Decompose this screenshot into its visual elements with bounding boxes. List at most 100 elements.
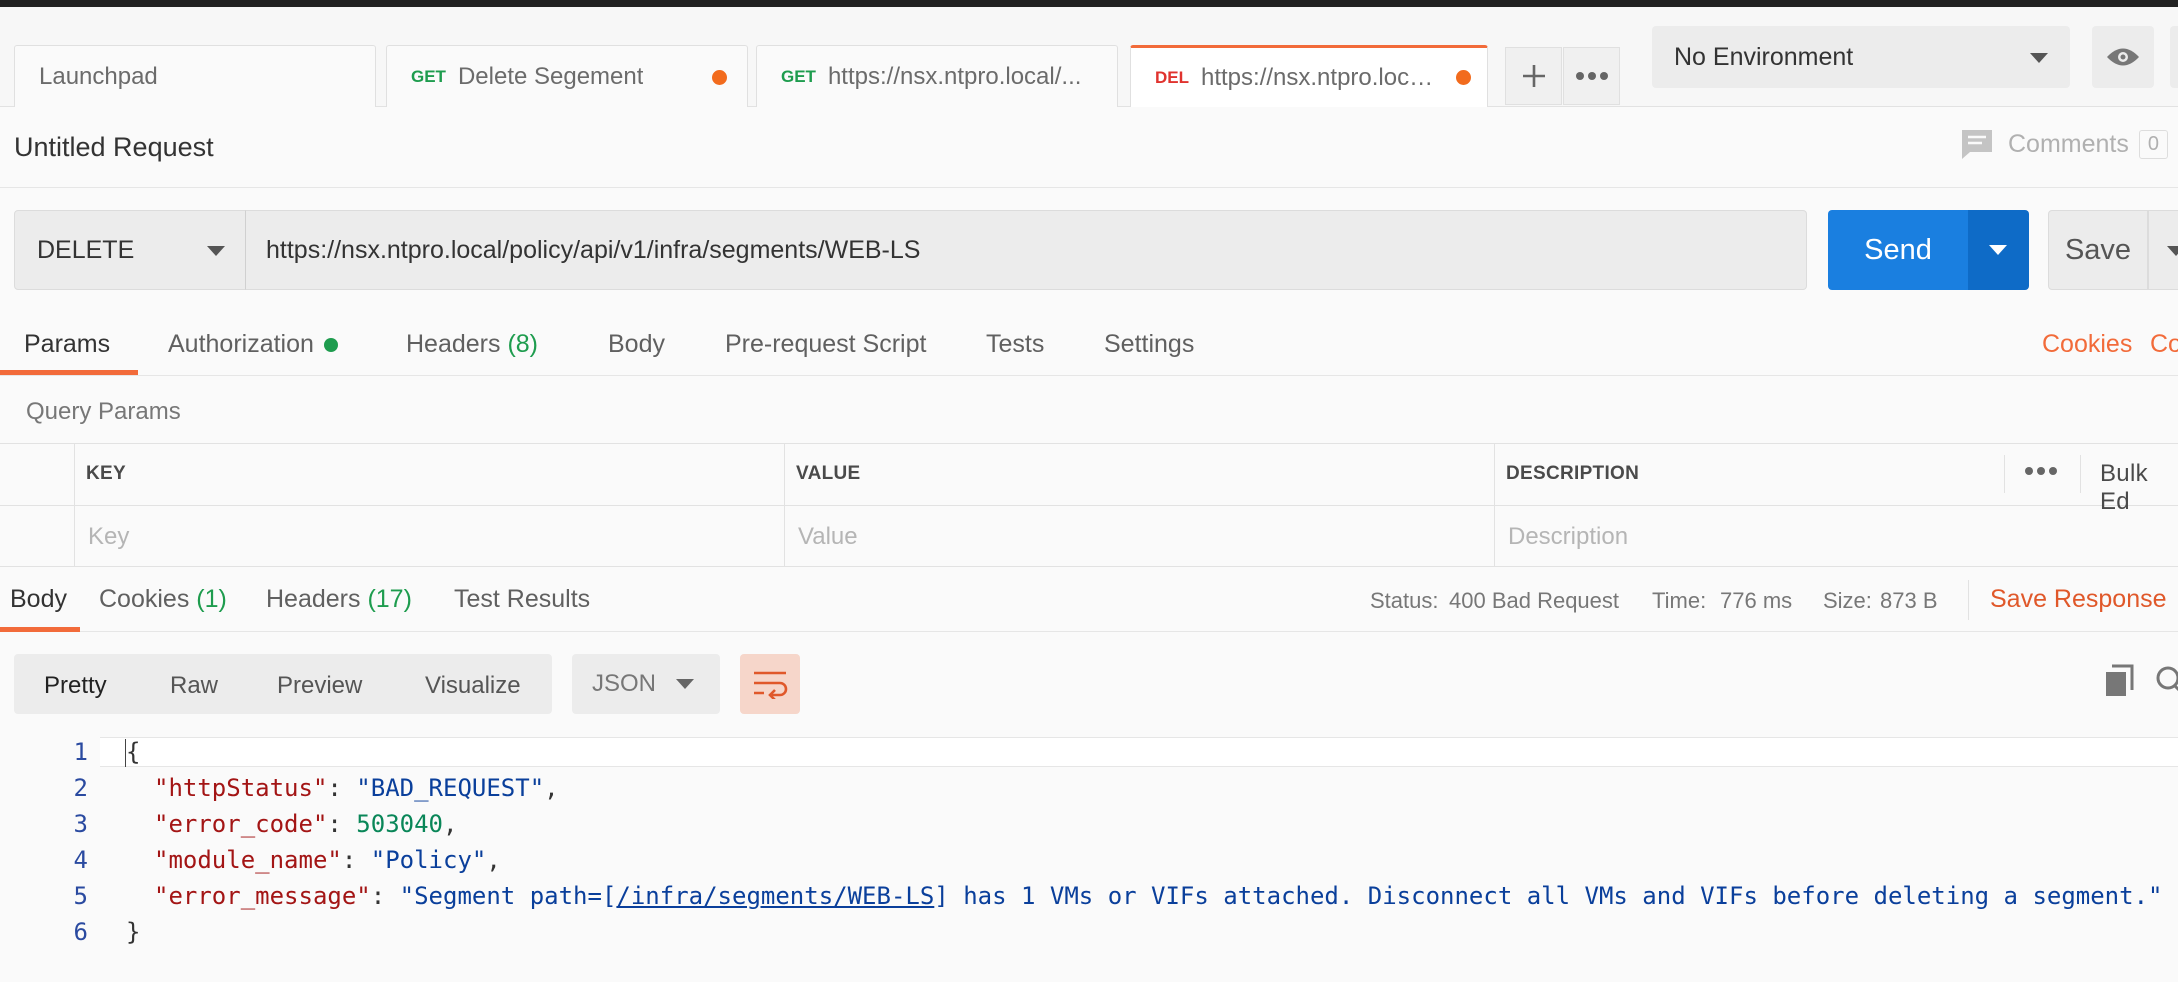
copy-icon <box>2106 664 2134 696</box>
line-number: 4 <box>73 846 88 874</box>
tab-settings[interactable]: Settings <box>1104 330 1194 359</box>
json-key: "module_name" <box>154 846 342 874</box>
more-icon <box>2025 467 2057 475</box>
url-input[interactable]: https://nsx.ntpro.local/policy/api/v1/in… <box>245 210 1807 290</box>
json-key: "httpStatus" <box>154 774 328 802</box>
code-line: { <box>126 738 140 766</box>
response-tab-body[interactable]: Body <box>10 585 67 614</box>
tab-launchpad[interactable]: Launchpad <box>14 45 376 107</box>
json-value: "Policy" <box>370 846 487 874</box>
tab-tests[interactable]: Tests <box>986 330 1044 359</box>
param-description-input[interactable]: Description <box>1508 523 1628 551</box>
send-button[interactable]: Send <box>1828 210 1968 290</box>
search-button[interactable] <box>2154 664 2178 701</box>
table-divider <box>784 443 785 567</box>
response-tab-headers-label: Headers <box>266 585 361 613</box>
code-line: "httpStatus": "BAD_REQUEST", <box>154 774 559 802</box>
line-number: 2 <box>73 774 88 802</box>
wrap-lines-button[interactable] <box>740 654 800 714</box>
json-link[interactable]: /infra/segments/WEB-LS <box>616 882 934 910</box>
tab-headers[interactable]: Headers (8) <box>406 330 538 359</box>
line-number: 1 <box>73 738 88 766</box>
chevron-down-icon <box>676 679 694 689</box>
tab-options-button[interactable] <box>1563 47 1620 105</box>
cookies-link[interactable]: Cookies <box>2042 330 2132 359</box>
tab-authorization-label: Authorization <box>168 330 314 358</box>
send-label: Send <box>1864 233 1932 266</box>
new-tab-button[interactable] <box>1505 47 1562 105</box>
bulk-edit-link[interactable]: Bulk Ed <box>2100 460 2178 516</box>
table-divider <box>74 443 75 567</box>
tab-headers-count: (8) <box>507 330 539 358</box>
code-link[interactable]: Co <box>2150 330 2178 359</box>
view-preview-button[interactable]: Preview <box>277 672 362 700</box>
tab-method: GET <box>411 66 446 86</box>
environment-quick-look-button[interactable] <box>2092 26 2154 88</box>
settings-button-partial[interactable] <box>2170 26 2178 88</box>
response-tab-headers[interactable]: Headers (17) <box>266 585 412 614</box>
table-options-button[interactable] <box>2024 463 2058 481</box>
tab-delete-segement[interactable]: GET Delete Segement <box>386 45 748 107</box>
status-label: Status: <box>1370 588 1439 613</box>
tab-get-request[interactable]: GET https://nsx.ntpro.local/... <box>756 45 1118 107</box>
line-number: 3 <box>73 810 88 838</box>
time-value[interactable]: 776 ms <box>1720 588 1792 614</box>
comment-icon <box>1962 130 1992 159</box>
environment-select[interactable]: No Environment <box>1652 26 2070 88</box>
tab-delete-request[interactable]: DEL https://nsx.ntpro.local/p... <box>1130 45 1488 107</box>
code-line: "error_message": "Segment path=[/infra/s… <box>154 882 2163 910</box>
response-tab-test-results[interactable]: Test Results <box>454 585 590 614</box>
status-divider <box>1968 580 1969 620</box>
tab-authorization[interactable]: Authorization <box>168 330 338 359</box>
response-tab-cookies[interactable]: Cookies (1) <box>99 585 227 614</box>
brace: { <box>126 738 141 766</box>
time-label: Time: <box>1652 588 1707 613</box>
tab-label: Launchpad <box>39 62 158 90</box>
response-tab-cookies-label: Cookies <box>99 585 190 613</box>
active-tab-indicator <box>0 627 80 632</box>
copy-button[interactable] <box>2104 664 2136 703</box>
view-visualize-button[interactable]: Visualize <box>425 672 521 700</box>
request-title[interactable]: Untitled Request <box>14 132 214 163</box>
tab-method: GET <box>781 66 816 86</box>
brace: } <box>126 918 141 946</box>
save-options-button[interactable] <box>2148 210 2178 290</box>
save-button[interactable]: Save <box>2048 210 2148 290</box>
chevron-down-icon <box>2030 53 2048 63</box>
eye-icon <box>2107 48 2139 66</box>
json-key: "error_code" <box>154 810 328 838</box>
tab-headers-label: Headers <box>406 330 501 358</box>
comments-label: Comments <box>2008 129 2129 158</box>
unsaved-dot-icon <box>1456 70 1471 85</box>
column-header-description: DESCRIPTION <box>1506 463 1640 484</box>
view-raw-button[interactable]: Raw <box>170 672 218 700</box>
request-header-row <box>0 108 2178 188</box>
unsaved-dot-icon <box>712 70 727 85</box>
size-value[interactable]: 873 B <box>1880 588 1938 614</box>
json-key: "error_message" <box>154 882 371 910</box>
format-select[interactable]: JSON <box>572 654 720 714</box>
param-key-input[interactable]: Key <box>88 523 129 551</box>
format-label: JSON <box>592 670 657 697</box>
save-response-button[interactable]: Save Response <box>1990 585 2167 614</box>
status-value[interactable]: 400 Bad Request <box>1449 588 1619 614</box>
tab-prerequest-script[interactable]: Pre-request Script <box>725 330 926 359</box>
window-top-border <box>0 0 2178 7</box>
json-value: "Segment path=[/infra/segments/WEB-LS] h… <box>400 882 2163 910</box>
active-line-highlight <box>100 737 2178 767</box>
tab-body[interactable]: Body <box>608 330 665 359</box>
column-header-value: VALUE <box>796 463 861 484</box>
query-params-title: Query Params <box>26 398 181 425</box>
environment-label: No Environment <box>1674 42 1854 71</box>
line-number: 5 <box>73 882 88 910</box>
method-select[interactable]: DELETE <box>14 210 246 290</box>
param-value-input[interactable]: Value <box>798 523 858 551</box>
comments-button[interactable]: Comments 0 <box>1960 128 2168 160</box>
send-options-button[interactable] <box>1968 210 2029 290</box>
view-pretty-button[interactable]: Pretty <box>44 672 107 700</box>
tab-label: Delete Segement <box>457 62 644 90</box>
tab-params[interactable]: Params <box>24 330 110 359</box>
response-tab-cookies-count: (1) <box>196 585 227 613</box>
chevron-down-icon <box>207 246 225 256</box>
tab-label: https://nsx.ntpro.local/... <box>827 62 1082 90</box>
